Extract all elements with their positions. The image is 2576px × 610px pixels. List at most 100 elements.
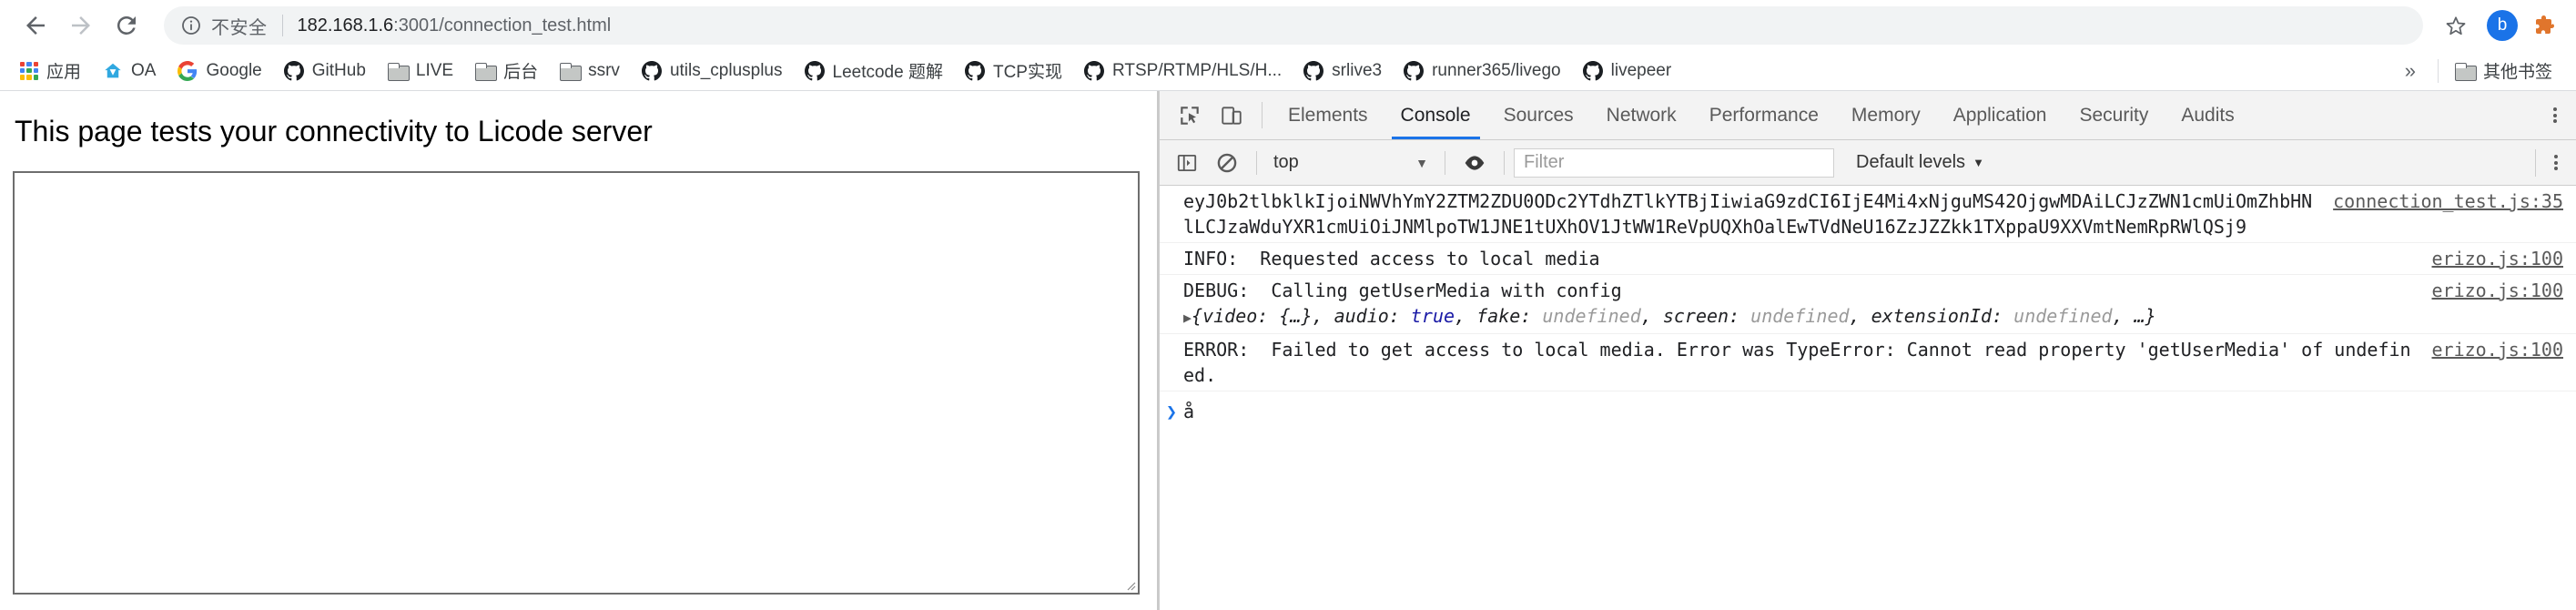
console-message-gutter (1160, 278, 1183, 330)
clear-console-button[interactable] (1207, 143, 1247, 183)
console-prompt-input[interactable]: å (1183, 399, 1194, 424)
video-container (13, 171, 1140, 595)
bookmark-item[interactable]: LIVE (379, 56, 462, 86)
github-icon (1404, 60, 1425, 81)
console-message-line: ERROR: Failed to get access to local med… (1183, 339, 2411, 386)
show-console-sidebar-icon (1177, 154, 1197, 171)
console-message-source-link[interactable]: connection_test.js:35 (2333, 188, 2576, 214)
bookmark-item[interactable]: OA (94, 56, 165, 86)
bookmark-item[interactable]: Leetcode 题解 (796, 56, 952, 86)
console-log-levels-selector[interactable]: Default levels ▼ (1845, 148, 1995, 178)
url-text[interactable]: 182.168.1.6:3001/connection_test.html (298, 15, 612, 36)
github-icon (1582, 60, 1603, 81)
console-message-text: INFO: Requested access to local media (1183, 246, 2432, 271)
back-arrow-icon (26, 16, 45, 35)
bookmark-item[interactable]: runner365/livego (1394, 56, 1570, 86)
bookmark-item-label: 后台 (503, 63, 539, 82)
tab-memory[interactable]: Memory (1835, 91, 1937, 139)
tab-console[interactable]: Console (1384, 91, 1487, 139)
profile-avatar[interactable]: b (2487, 10, 2518, 41)
bookmarks-overflow-button[interactable]: » (2394, 56, 2427, 86)
web-page: This page tests your connectivity to Lic… (0, 91, 1157, 610)
bookmark-item[interactable]: GitHub (275, 56, 375, 86)
bookmark-item[interactable]: ssrv (551, 56, 629, 86)
forward-button[interactable] (58, 3, 104, 48)
bookmark-item-label: Leetcode 题解 (832, 63, 943, 82)
tab-performance[interactable]: Performance (1693, 91, 1835, 139)
tab-network[interactable]: Network (1590, 91, 1693, 139)
reload-icon (117, 15, 136, 35)
clear-console-icon (1217, 153, 1237, 172)
console-filter-placeholder: Filter (1524, 152, 1565, 172)
tab-sources[interactable]: Sources (1487, 91, 1590, 139)
home-icon (103, 61, 123, 81)
console-prompt[interactable]: ❯ å (1160, 391, 2576, 424)
bookmark-item[interactable]: utils_cplusplus (633, 56, 792, 86)
content-area: This page tests your connectivity to Lic… (0, 91, 2576, 610)
bookmark-item[interactable]: srlive3 (1294, 56, 1391, 86)
console-filter-input[interactable]: Filter (1514, 147, 1834, 178)
url-host: 182.168.1.6 (297, 15, 394, 36)
bookmark-item[interactable]: Google (168, 56, 270, 86)
bookmark-other-bookmarks[interactable]: 其他书签 (2446, 56, 2561, 86)
info-circle-icon (182, 16, 200, 35)
github-icon (1303, 60, 1324, 80)
bookmark-item-label: LIVE (415, 60, 454, 80)
github-icon (283, 60, 304, 81)
console-sidebar-toggle[interactable] (1167, 143, 1207, 183)
console-message: INFO: Requested access to local media eri… (1160, 243, 2576, 275)
back-button[interactable] (13, 3, 58, 48)
security-chip[interactable]: 不安全 (180, 13, 268, 39)
console-context-selector[interactable]: top ▼ (1266, 148, 1435, 178)
console-message-gutter (1160, 246, 1183, 271)
device-toolbar-button[interactable] (1211, 91, 1253, 139)
github-icon (964, 60, 985, 81)
console-log-levels-value: Default levels (1856, 152, 1966, 172)
tab-application[interactable]: Application (1937, 91, 2064, 139)
devtools-more-button[interactable] (2534, 91, 2576, 139)
console-message-text: eyJ0b2tlbklkIjoiNWVhYmY2ZTM2ZDU0ODc2YTdh… (1183, 188, 2333, 239)
bookmark-item-label: ssrv (588, 60, 620, 80)
tab-audits[interactable]: Audits (2165, 91, 2250, 139)
reload-button[interactable] (104, 3, 149, 48)
console-output[interactable]: eyJ0b2tlbklkIjoiNWVhYmY2ZTM2ZDU0ODc2YTdh… (1160, 186, 2576, 610)
google-icon (177, 60, 198, 81)
inspect-element-button[interactable] (1169, 91, 1211, 139)
console-message-source-link[interactable]: erizo.js:100 (2432, 278, 2576, 303)
home-icon (105, 63, 121, 77)
bookmark-item-label: OA (131, 60, 157, 80)
devtools-settings-button[interactable] (2536, 143, 2576, 183)
bookmark-item[interactable]: 后台 (466, 56, 547, 86)
browser-toolbar: 不安全 182.168.1.6:3001/connection_test.htm… (0, 0, 2576, 51)
inspect-element-icon (1181, 106, 1199, 125)
github-icon (641, 60, 662, 80)
forward-arrow-icon (72, 16, 90, 35)
bookmark-item[interactable]: RTSP/RTMP/HLS/H... (1075, 56, 1291, 86)
console-message: ERROR: Failed to get access to local med… (1160, 334, 2576, 391)
github-icon (804, 60, 825, 81)
console-message-source-link[interactable]: erizo.js:100 (2432, 246, 2576, 271)
console-message-source-link[interactable]: erizo.js:100 (2432, 337, 2576, 362)
bookmark-apps[interactable]: 应用 (11, 56, 90, 86)
page-title: This page tests your connectivity to Lic… (15, 115, 653, 147)
console-message-line: DEBUG: Calling getUserMedia with config (1183, 280, 1622, 301)
extensions-button[interactable] (2527, 7, 2563, 44)
tab-elements[interactable]: Elements (1272, 91, 1384, 139)
console-object-preview[interactable]: ▶{video: {…}, audio: true, fake: undefin… (1183, 303, 2421, 330)
bookmark-star-button[interactable] (2436, 5, 2476, 46)
bookmark-item[interactable]: TCP实现 (956, 56, 1071, 86)
resize-grip-icon[interactable] (1123, 578, 1136, 591)
expand-triangle-icon[interactable]: ▶ (1183, 310, 1192, 326)
github-icon (804, 60, 825, 80)
github-icon (1084, 60, 1104, 80)
address-bar[interactable]: 不安全 182.168.1.6:3001/connection_test.htm… (164, 6, 2423, 45)
devtools-tabbar: Elements Console Sources Network Performance… (1160, 91, 2576, 140)
star-icon (2446, 16, 2466, 36)
console-message-list: eyJ0b2tlbklkIjoiNWVhYmY2ZTM2ZDU0ODc2YTdh… (1160, 186, 2576, 391)
security-status-text: 不安全 (211, 17, 268, 38)
bookmark-item-label: srlive3 (1332, 60, 1383, 80)
tab-security[interactable]: Security (2063, 91, 2165, 139)
bookmark-item[interactable]: livepeer (1574, 56, 1681, 86)
live-expression-button[interactable] (1455, 143, 1495, 183)
device-toolbar-icon (1222, 106, 1242, 125)
